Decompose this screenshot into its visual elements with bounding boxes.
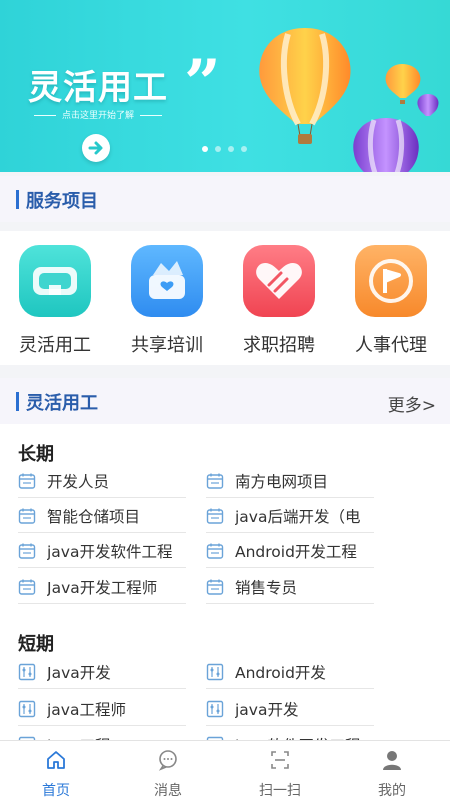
services-section-header: 服务项目 [0, 176, 450, 222]
job-item[interactable]: java开发 [206, 692, 374, 726]
calendar-icon [18, 579, 36, 595]
jobs-section-title: 灵活用工 [26, 393, 98, 414]
carousel-dots[interactable] [202, 146, 247, 152]
section-accent-bar [16, 190, 19, 209]
banner-quote-mark: ” [184, 46, 221, 121]
jobs-list: 长期 开发人员 南方电网项目 智能仓储项目 java后端开发（电 java开发软… [0, 424, 450, 762]
service-label: 人事代理 [355, 335, 427, 356]
heart-hand-icon [243, 245, 315, 317]
gift-box-icon [131, 245, 203, 317]
job-item[interactable]: Java开发 [18, 655, 186, 689]
tab-scan[interactable]: 扫一扫 [224, 741, 336, 800]
flag-badge-icon [355, 245, 427, 317]
job-title: 开发人员 [47, 473, 110, 491]
job-item[interactable]: 南方电网项目 [206, 464, 374, 498]
service-job-recruitment[interactable]: 求职招聘 [234, 245, 324, 357]
calendar-icon [18, 543, 36, 559]
job-title: 智能仓储项目 [47, 508, 141, 526]
job-item[interactable]: 销售专员 [206, 570, 374, 604]
job-item[interactable]: Android开发 [206, 655, 374, 689]
service-label: 共享培训 [131, 335, 203, 356]
message-icon [158, 750, 177, 771]
job-item[interactable]: java开发软件工程 [18, 534, 186, 568]
tab-label: 首页 [42, 783, 70, 799]
services-section-title: 服务项目 [26, 191, 98, 212]
job-title: 南方电网项目 [235, 473, 329, 491]
job-title: Android开发工程 [235, 543, 357, 561]
job-item[interactable]: 智能仓储项目 [18, 499, 186, 533]
long-term-title: 长期 [18, 444, 54, 465]
hot-air-balloons-illustration [259, 28, 439, 172]
bottom-tab-bar: 首页 消息 扫一扫 我的 [0, 740, 450, 800]
job-item[interactable]: java后端开发（电 [206, 499, 374, 533]
promo-banner[interactable]: 灵活用工 ” 点击这里开始了解 [0, 0, 450, 172]
carousel-dot[interactable] [228, 146, 234, 152]
banner-title: 灵活用工 [28, 68, 168, 108]
service-label: 灵活用工 [19, 335, 91, 356]
tab-label: 消息 [154, 783, 182, 799]
job-title: 销售专员 [235, 579, 298, 597]
service-hr-agency[interactable]: 人事代理 [346, 245, 436, 357]
vr-goggles-icon [19, 245, 91, 317]
arrow-right-icon[interactable] [82, 134, 110, 162]
job-item[interactable]: Java开发工程师 [18, 570, 186, 604]
sliders-icon [18, 663, 36, 681]
job-title: java工程师 [47, 701, 126, 719]
job-title: java开发软件工程 [47, 543, 173, 561]
tab-label: 扫一扫 [259, 783, 301, 799]
calendar-icon [18, 473, 36, 489]
sliders-icon [18, 700, 36, 718]
tab-profile[interactable]: 我的 [336, 741, 448, 800]
calendar-icon [206, 579, 224, 595]
short-term-title: 短期 [18, 634, 54, 655]
scan-icon [271, 751, 289, 769]
tab-messages[interactable]: 消息 [112, 741, 224, 800]
carousel-dot[interactable] [202, 146, 208, 152]
services-grid: 灵活用工 共享培训 求职招聘 人事代理 [0, 231, 450, 365]
tab-home[interactable]: 首页 [0, 741, 112, 800]
more-link[interactable]: 更多> [388, 391, 436, 416]
job-title: java开发 [235, 701, 299, 719]
job-title: java后端开发（电 [235, 508, 361, 526]
user-icon [383, 751, 401, 770]
carousel-dot[interactable] [241, 146, 247, 152]
calendar-icon [18, 508, 36, 524]
tab-label: 我的 [378, 783, 406, 799]
job-item[interactable]: java工程师 [18, 692, 186, 726]
job-title: Java开发 [47, 664, 111, 682]
home-icon [47, 751, 65, 769]
calendar-icon [206, 543, 224, 559]
sliders-icon [206, 700, 224, 718]
service-shared-training[interactable]: 共享培训 [122, 245, 212, 357]
job-title: Android开发 [235, 664, 326, 682]
sliders-icon [206, 663, 224, 681]
carousel-dot[interactable] [215, 146, 221, 152]
banner-subtitle: 点击这里开始了解 [28, 108, 168, 121]
service-label: 求职招聘 [243, 335, 315, 356]
job-item[interactable]: Android开发工程 [206, 534, 374, 568]
job-title: Java开发工程师 [47, 579, 158, 597]
calendar-icon [206, 473, 224, 489]
jobs-section-header: 灵活用工 更多> [0, 378, 450, 424]
job-item[interactable]: 开发人员 [18, 464, 186, 498]
calendar-icon [206, 508, 224, 524]
app-screen: 灵活用工 ” 点击这里开始了解 服务项目 灵活用工 共享培训 求职招聘 人事代理… [0, 0, 450, 800]
service-flexible-work[interactable]: 灵活用工 [10, 245, 100, 357]
section-accent-bar [16, 392, 19, 411]
